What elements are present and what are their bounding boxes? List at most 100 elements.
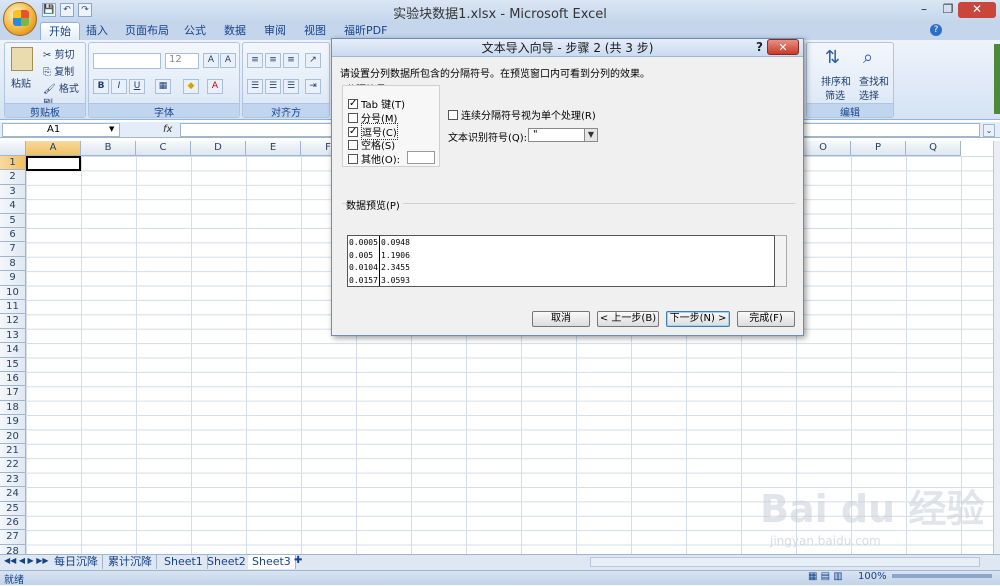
- semicolon-checkbox[interactable]: [348, 112, 358, 123]
- border-icon[interactable]: ▦: [155, 79, 171, 94]
- other-separator-input[interactable]: [407, 151, 435, 164]
- sheet-tab-sheet1[interactable]: Sheet1: [160, 555, 208, 569]
- sheet-tab-cumulative[interactable]: 累计沉降: [104, 555, 157, 569]
- vertical-scrollbar[interactable]: [993, 141, 1000, 554]
- italic-button[interactable]: I: [111, 79, 127, 94]
- filter-label[interactable]: 筛选: [825, 87, 845, 102]
- select-all-corner[interactable]: [0, 141, 26, 156]
- row-header[interactable]: 18: [0, 400, 26, 416]
- horizontal-scrollbar[interactable]: [590, 557, 980, 567]
- row-header[interactable]: 3: [0, 184, 26, 200]
- row-header[interactable]: 20: [0, 429, 26, 444]
- row-header[interactable]: 16: [0, 372, 26, 387]
- preview-vertical-scrollbar[interactable]: [775, 235, 787, 287]
- font-size-combo[interactable]: 12: [165, 53, 199, 69]
- column-header[interactable]: Q: [906, 141, 961, 156]
- row-header[interactable]: 5: [0, 213, 26, 228]
- save-icon[interactable]: 💾: [42, 3, 56, 17]
- close-window-button[interactable]: ✕: [958, 2, 996, 18]
- row-header[interactable]: 22: [0, 458, 26, 473]
- option-consecutive[interactable]: 连续分隔符号视为单个处理(R): [448, 107, 596, 122]
- indent-icon[interactable]: ⇥: [305, 79, 321, 94]
- row-header[interactable]: 8: [0, 256, 26, 272]
- tab-page-layout[interactable]: 页面布局: [117, 22, 177, 40]
- row-header[interactable]: 7: [0, 242, 26, 257]
- row-header[interactable]: 9: [0, 271, 26, 286]
- minimize-button[interactable]: –: [912, 2, 936, 18]
- tab-home[interactable]: 开始: [40, 22, 80, 40]
- paste-button[interactable]: 粘贴: [11, 75, 31, 90]
- font-color-icon[interactable]: A: [207, 79, 223, 94]
- tab-checkbox[interactable]: ✓: [348, 98, 358, 109]
- row-header[interactable]: 25: [0, 501, 26, 516]
- dialog-help-icon[interactable]: ?: [756, 40, 763, 54]
- redo-icon[interactable]: ↷: [78, 3, 92, 17]
- copy-button[interactable]: ⎘ 复制: [43, 63, 74, 78]
- consecutive-checkbox[interactable]: [448, 109, 458, 120]
- chevron-down-icon[interactable]: ▼: [584, 128, 598, 142]
- row-header[interactable]: 21: [0, 444, 26, 459]
- undo-icon[interactable]: ↶: [60, 3, 74, 17]
- row-header[interactable]: 1: [0, 156, 26, 171]
- back-button[interactable]: < 上一步(B): [597, 311, 659, 327]
- preview-column-divider[interactable]: [379, 236, 380, 286]
- view-buttons-icon[interactable]: ▦ ▤ ▥: [808, 571, 843, 582]
- insert-sheet-icon[interactable]: ✚: [294, 555, 302, 566]
- align-middle-icon[interactable]: ≡: [265, 53, 281, 68]
- sheet-tab-daily[interactable]: 每日沉降: [50, 555, 103, 569]
- other-checkbox[interactable]: [348, 153, 358, 164]
- space-checkbox[interactable]: [348, 139, 358, 150]
- sort-filter-label[interactable]: 排序和: [821, 73, 851, 88]
- align-right-icon[interactable]: ☰: [283, 79, 299, 94]
- row-header[interactable]: 2: [0, 170, 26, 185]
- tab-formulas[interactable]: 公式: [176, 22, 214, 40]
- row-header[interactable]: 14: [0, 343, 26, 358]
- row-header[interactable]: 13: [0, 328, 26, 344]
- paste-icon[interactable]: [11, 47, 33, 71]
- orientation-icon[interactable]: ↗: [305, 53, 321, 68]
- namebox-dropdown-icon[interactable]: ▼: [109, 125, 114, 133]
- row-header[interactable]: 19: [0, 415, 26, 430]
- column-header[interactable]: A: [26, 141, 81, 156]
- row-header[interactable]: 17: [0, 386, 26, 401]
- shrink-font-icon[interactable]: A: [220, 53, 236, 68]
- row-header[interactable]: 27: [0, 530, 26, 545]
- column-header[interactable]: B: [81, 141, 136, 156]
- align-center-icon[interactable]: ☰: [265, 79, 281, 94]
- next-button[interactable]: 下一步(N) >: [666, 311, 730, 327]
- sort-filter-icon[interactable]: ⇅: [825, 47, 840, 68]
- column-header[interactable]: D: [191, 141, 246, 156]
- row-header[interactable]: 26: [0, 516, 26, 531]
- option-space[interactable]: 空格(S): [348, 137, 395, 152]
- tab-data[interactable]: 数据: [216, 22, 254, 40]
- row-header[interactable]: 23: [0, 472, 26, 488]
- grow-font-icon[interactable]: A: [203, 53, 219, 68]
- column-header[interactable]: C: [136, 141, 191, 156]
- preview-horizontal-scrollbar[interactable]: [347, 287, 775, 297]
- tab-review[interactable]: 审阅: [256, 22, 294, 40]
- underline-button[interactable]: U: [129, 79, 145, 94]
- binoculars-icon[interactable]: ⌕: [863, 47, 873, 68]
- column-header[interactable]: O: [796, 141, 851, 156]
- bold-button[interactable]: B: [93, 79, 109, 94]
- align-left-icon[interactable]: ☰: [247, 79, 263, 94]
- comma-checkbox[interactable]: ✓: [348, 126, 358, 137]
- sheet-nav-icons[interactable]: ◀◀ ◀ ▶ ▶▶: [4, 556, 49, 565]
- insert-function-icon[interactable]: fx: [163, 124, 172, 135]
- row-header[interactable]: 11: [0, 300, 26, 315]
- row-header[interactable]: 10: [0, 285, 26, 300]
- row-header[interactable]: 4: [0, 199, 26, 214]
- sheet-tab-sheet3[interactable]: Sheet3: [248, 555, 296, 569]
- zoom-slider[interactable]: [892, 574, 992, 578]
- cancel-button[interactable]: 取消: [532, 311, 590, 327]
- help-icon[interactable]: ?: [930, 24, 942, 36]
- fill-color-icon[interactable]: ◆: [183, 79, 199, 94]
- cut-button[interactable]: ✂ 剪切: [43, 46, 75, 61]
- finish-button[interactable]: 完成(F): [737, 311, 795, 327]
- name-box[interactable]: A1: [2, 123, 120, 137]
- active-cell-a1[interactable]: [26, 156, 81, 171]
- sheet-tab-sheet2[interactable]: Sheet2: [203, 555, 251, 569]
- find-select-label[interactable]: 查找和: [859, 73, 889, 88]
- tab-insert[interactable]: 插入: [78, 22, 116, 40]
- align-bottom-icon[interactable]: ≡: [283, 53, 299, 68]
